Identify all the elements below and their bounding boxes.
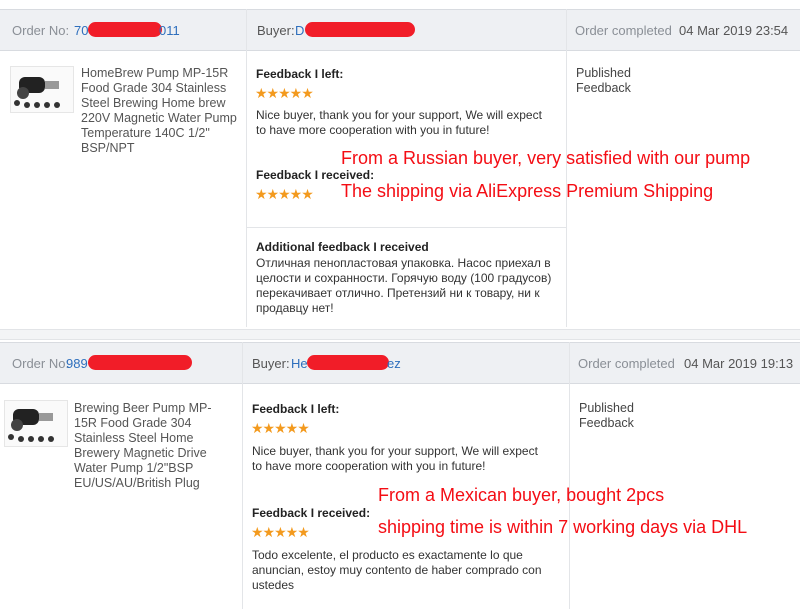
product-thumbnail[interactable]	[10, 66, 74, 113]
pump-image-icon	[14, 77, 60, 108]
pump-image-icon	[8, 409, 54, 442]
redaction-bar	[88, 355, 192, 370]
published-feedback-status: Published Feedback	[579, 401, 634, 430]
feedback-left-text: Nice buyer, thank you for your support, …	[252, 444, 538, 473]
product-title-link[interactable]: HomeBrew Pump MP-15R Food Grade 304 Stai…	[81, 66, 241, 156]
feedback-received-label: Feedback I received:	[256, 168, 375, 182]
order-status-date: 04 Mar 2019 19:13	[684, 356, 794, 371]
feedback-received-text: Todo excelente, el producto es exactamen…	[252, 548, 542, 592]
order-separator	[0, 329, 800, 340]
additional-feedback-text: Отличная пенопластовая упаковка. Насос п…	[256, 256, 552, 315]
order-no-value[interactable]: 989	[66, 356, 88, 371]
order-no-label: Order No:	[12, 356, 70, 371]
feedback-left-label: Feedback I left:	[252, 402, 340, 416]
published-feedback-status: Published Feedback	[576, 66, 631, 95]
column-divider	[569, 342, 570, 609]
annotation-text: From a Russian buyer, very satisfied wit…	[341, 148, 751, 168]
additional-feedback-label: Additional feedback I received	[256, 240, 429, 254]
star-rating-icon: ★★★★★	[251, 524, 310, 540]
feedback-left-label: Feedback I left:	[256, 67, 344, 81]
annotation-text: The shipping via AliExpress Premium Ship…	[341, 181, 714, 201]
buyer-name-end[interactable]: ez	[387, 356, 401, 371]
column-divider	[246, 9, 247, 327]
order-status-date: 04 Mar 2019 23:54	[679, 23, 789, 38]
feedback-left-text: Nice buyer, thank you for your support, …	[256, 108, 542, 137]
feedback-received-label: Feedback I received:	[252, 506, 371, 520]
star-rating-icon: ★★★★★	[251, 420, 310, 436]
order-no-label: Order No:	[12, 23, 70, 38]
product-title-link[interactable]: Brewing Beer Pump MP-15R Food Grade 304 …	[74, 401, 232, 491]
column-divider	[242, 342, 243, 609]
annotation-text: shipping time is within 7 working days v…	[378, 517, 748, 537]
order-no-value[interactable]: 70	[74, 23, 88, 38]
order-header: Order No: 989 Buyer: He ez Order complet…	[0, 342, 800, 384]
order-status-label: Order completed	[575, 23, 672, 38]
star-rating-icon: ★★★★★	[255, 186, 314, 202]
annotation-text: From a Mexican buyer, bought 2pcs	[378, 485, 665, 505]
redaction-bar	[305, 22, 415, 37]
buyer-name[interactable]: D	[295, 23, 304, 38]
product-thumbnail[interactable]	[4, 400, 68, 447]
star-rating-icon: ★★★★★	[255, 85, 314, 101]
row-divider	[246, 227, 566, 228]
order-no-value-end[interactable]: 011	[159, 23, 180, 38]
order-header: Order No: 70 011 Buyer: D Order complete…	[0, 9, 800, 51]
redaction-bar	[88, 22, 162, 37]
buyer-label: Buyer:	[257, 23, 295, 38]
redaction-bar	[307, 355, 389, 370]
buyer-name[interactable]: He	[291, 356, 308, 371]
buyer-label: Buyer:	[252, 356, 290, 371]
order-status-label: Order completed	[578, 356, 675, 371]
